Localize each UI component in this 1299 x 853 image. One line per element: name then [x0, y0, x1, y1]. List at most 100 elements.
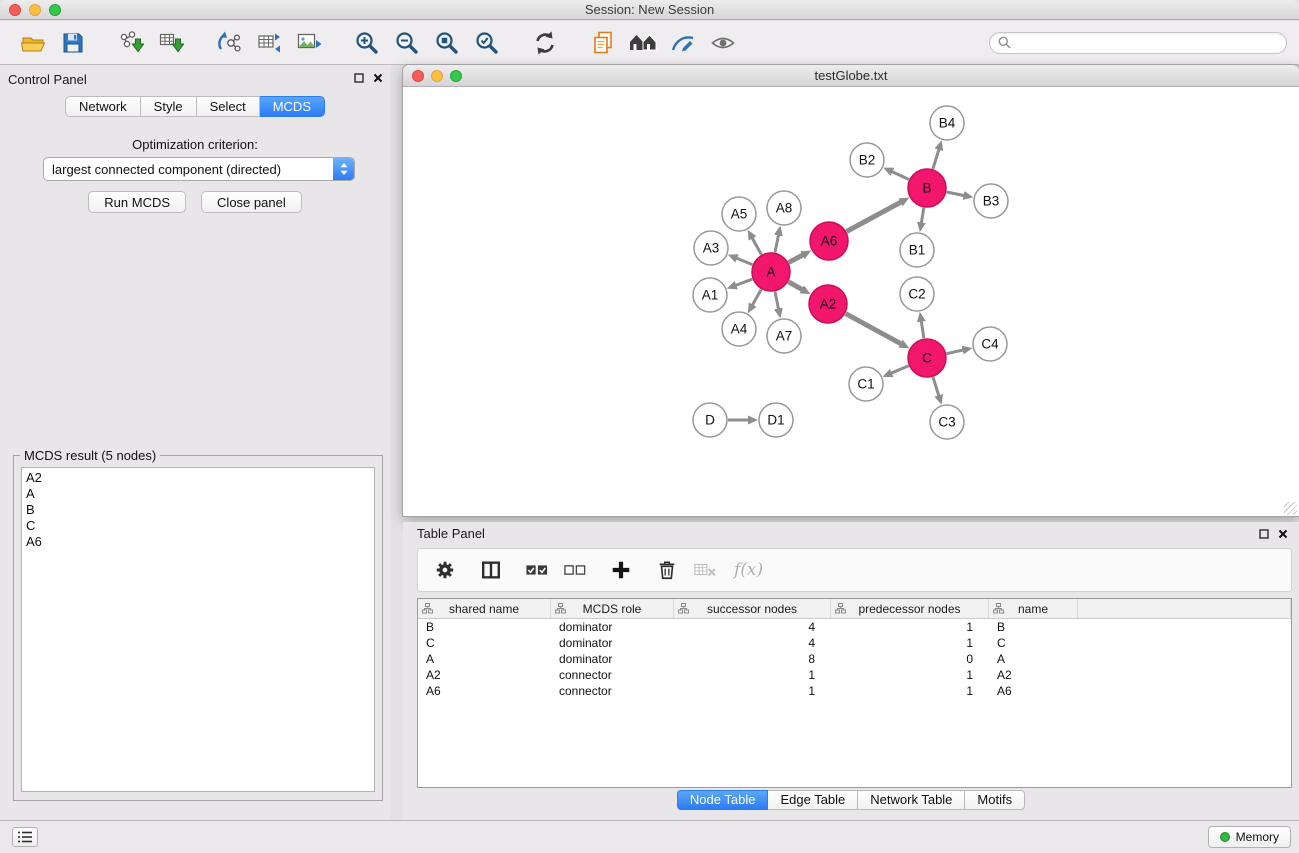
deselect-all-button[interactable]	[560, 555, 590, 585]
show-graphics-button[interactable]	[706, 26, 740, 60]
graph-edge-A-A6[interactable]	[789, 255, 804, 263]
network-from-url-button[interactable]	[212, 26, 246, 60]
graph-node-A3[interactable]: A3	[694, 231, 728, 265]
function-builder-button[interactable]: f(x)	[734, 560, 763, 580]
table-row[interactable]: Adominator80A	[418, 651, 1291, 667]
zoom-selected-button[interactable]	[470, 26, 504, 60]
tab-motifs[interactable]: Motifs	[965, 790, 1025, 810]
import-network-button[interactable]	[114, 26, 148, 60]
graph-edge-B-B3[interactable]	[947, 192, 965, 196]
search-field[interactable]	[989, 32, 1287, 54]
open-session-button[interactable]	[16, 26, 50, 60]
graph-edge-A-A5[interactable]	[752, 238, 761, 255]
graph-node-C3[interactable]: C3	[930, 405, 964, 439]
column-header-successor-nodes[interactable]: successor nodes	[674, 599, 831, 618]
table-row[interactable]: A6connector11A6	[418, 683, 1291, 699]
graph-edge-C-C2[interactable]	[921, 321, 924, 339]
zoom-fit-button[interactable]	[430, 26, 464, 60]
float-table-panel-button[interactable]	[1258, 527, 1270, 545]
network-window-titlebar[interactable]: testGlobe.txt	[403, 65, 1299, 87]
network-graph-svg[interactable]: B4B2BB3A5A8A6B1A3AC2A1A2A4A7C4CC1C3DD1	[404, 88, 1298, 516]
table-row[interactable]: Cdominator41C	[418, 635, 1291, 651]
close-control-panel-button[interactable]	[372, 71, 384, 89]
graph-node-A6[interactable]: A6	[810, 222, 848, 260]
select-all-button[interactable]	[522, 555, 552, 585]
graph-node-C[interactable]: C	[908, 339, 946, 377]
graph-node-D[interactable]: D	[693, 403, 727, 437]
tab-network-table[interactable]: Network Table	[858, 790, 965, 810]
resize-grip[interactable]	[1284, 502, 1297, 515]
run-mcds-button[interactable]: Run MCDS	[88, 191, 186, 213]
refresh-network-button[interactable]	[528, 26, 562, 60]
tab-node-table[interactable]: Node Table	[677, 790, 769, 810]
graph-node-C2[interactable]: C2	[900, 277, 934, 311]
zoom-out-button[interactable]	[390, 26, 424, 60]
graph-edge-A2-C[interactable]	[846, 314, 902, 345]
column-header-predecessor-nodes[interactable]: predecessor nodes	[831, 599, 989, 618]
delete-row-button[interactable]	[652, 555, 682, 585]
column-header-name[interactable]: name	[989, 599, 1078, 618]
tab-mcds[interactable]: MCDS	[260, 96, 325, 117]
tab-select[interactable]: Select	[197, 96, 260, 117]
table-settings-button[interactable]	[430, 555, 460, 585]
graph-node-B2[interactable]: B2	[850, 143, 884, 177]
close-table-panel-button[interactable]	[1277, 527, 1289, 545]
zoom-in-button[interactable]	[350, 26, 384, 60]
tab-edge-table[interactable]: Edge Table	[768, 790, 858, 810]
graph-edge-A-A7[interactable]	[775, 292, 779, 310]
column-header-mcds-role[interactable]: MCDS role	[551, 599, 674, 618]
network-close-button[interactable]	[412, 70, 424, 82]
graph-edge-A-A3[interactable]	[736, 258, 752, 265]
graph-node-B4[interactable]: B4	[930, 106, 964, 140]
graph-edge-A-A4[interactable]	[752, 289, 761, 305]
close-panel-action-button[interactable]: Close panel	[201, 191, 302, 213]
minimize-window-button[interactable]	[29, 4, 41, 16]
mcds-result-item[interactable]: A2	[26, 470, 374, 486]
export-image-button[interactable]	[292, 26, 326, 60]
annotations-button[interactable]	[666, 26, 700, 60]
graph-node-B3[interactable]: B3	[974, 184, 1008, 218]
float-panel-button[interactable]	[353, 71, 365, 89]
import-table-button[interactable]	[154, 26, 188, 60]
mcds-result-item[interactable]: C	[26, 518, 374, 534]
network-canvas[interactable]: B4B2BB3A5A8A6B1A3AC2A1A2A4A7C4CC1C3DD1	[404, 88, 1298, 516]
graph-node-A2[interactable]: A2	[809, 285, 847, 323]
mcds-result-item[interactable]: A6	[26, 534, 374, 550]
graph-node-A7[interactable]: A7	[767, 319, 801, 353]
tab-network[interactable]: Network	[65, 96, 141, 117]
graph-node-A[interactable]: A	[752, 253, 790, 291]
network-minimize-button[interactable]	[431, 70, 443, 82]
zoom-window-button[interactable]	[49, 4, 61, 16]
graph-edge-A-A1[interactable]	[735, 279, 752, 285]
add-row-button[interactable]	[606, 555, 636, 585]
graph-edge-C-C1[interactable]	[891, 366, 909, 374]
table-row[interactable]: A2connector11A2	[418, 667, 1291, 683]
show-columns-button[interactable]	[476, 555, 506, 585]
save-session-button[interactable]	[56, 26, 90, 60]
graph-node-A8[interactable]: A8	[767, 191, 801, 225]
graph-node-A4[interactable]: A4	[722, 312, 756, 346]
column-header-shared-name[interactable]: shared name	[418, 599, 551, 618]
graph-node-D1[interactable]: D1	[759, 403, 793, 437]
session-details-button[interactable]	[586, 26, 620, 60]
graph-edge-A6-B[interactable]	[847, 202, 902, 232]
mcds-result-item[interactable]: A	[26, 486, 374, 502]
show-panels-button[interactable]	[12, 827, 38, 847]
graph-edge-B-B1[interactable]	[921, 208, 924, 224]
mcds-result-item[interactable]: B	[26, 502, 374, 518]
graph-edge-C-C3[interactable]	[933, 377, 939, 396]
graph-edge-A-A8[interactable]	[775, 235, 779, 253]
home-button[interactable]	[626, 26, 660, 60]
memory-button[interactable]: Memory	[1208, 826, 1291, 848]
graph-edge-B-B4[interactable]	[933, 149, 939, 169]
tab-style[interactable]: Style	[141, 96, 197, 117]
table-row[interactable]: Bdominator41B	[418, 619, 1291, 635]
table-from-url-button[interactable]	[252, 26, 286, 60]
graph-edge-A-A2[interactable]	[788, 282, 802, 290]
graph-node-A5[interactable]: A5	[722, 197, 756, 231]
graph-node-B1[interactable]: B1	[900, 233, 934, 267]
graph-edge-C-C4[interactable]	[947, 350, 964, 354]
graph-node-A1[interactable]: A1	[693, 278, 727, 312]
delete-table-button[interactable]	[690, 555, 720, 585]
close-window-button[interactable]	[9, 4, 21, 16]
